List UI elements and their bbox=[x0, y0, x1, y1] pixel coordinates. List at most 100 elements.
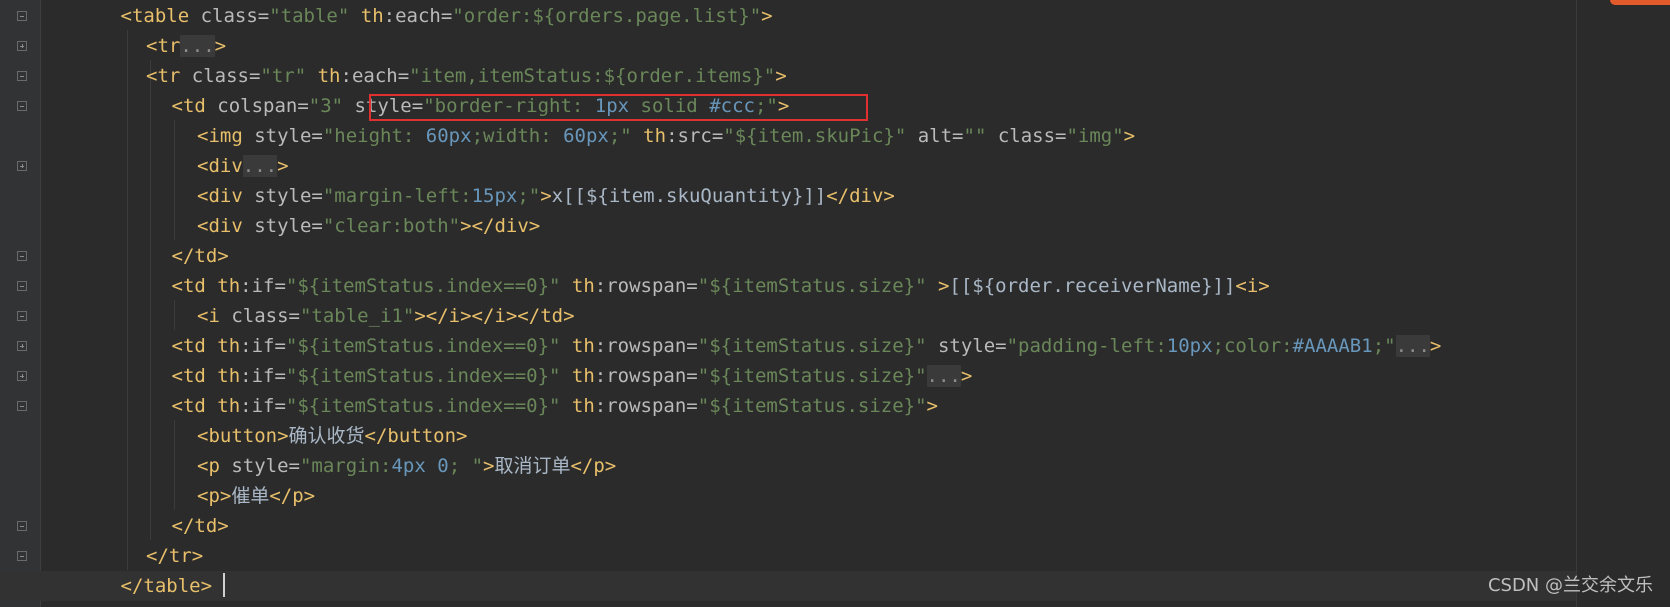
code-token: th bbox=[205, 365, 241, 387]
highlight-box bbox=[369, 94, 868, 121]
code-line[interactable]: <div style="clear:both"></div> bbox=[0, 211, 540, 241]
code-token: th bbox=[349, 5, 384, 27]
code-token: ></i></i></td> bbox=[414, 305, 575, 327]
code-token: ;width: bbox=[471, 125, 564, 147]
code-token: "clear:both" bbox=[322, 215, 461, 237]
code-token: "table" bbox=[269, 5, 350, 27]
code-token: th bbox=[205, 275, 241, 297]
code-token: > bbox=[926, 275, 950, 297]
code-line[interactable]: <td th:if="${itemStatus.index==0}" th:ro… bbox=[0, 271, 1270, 301]
code-line[interactable]: </td> bbox=[0, 241, 229, 271]
code-line[interactable]: <button>确认收货</button> bbox=[0, 421, 467, 451]
right-margin-line bbox=[1576, 0, 1577, 607]
code-token: 60px bbox=[425, 125, 472, 147]
code-token: ... bbox=[242, 155, 278, 177]
code-token: "${itemStatus.index==0}" bbox=[285, 365, 561, 387]
code-token: 确认收货 bbox=[288, 425, 365, 447]
code-token: #AAAAB1 bbox=[1292, 335, 1373, 357]
code-token: </div> bbox=[826, 185, 895, 207]
code-token: th bbox=[560, 275, 595, 297]
code-line[interactable]: <p>催单</p> bbox=[0, 481, 315, 511]
code-token: th bbox=[560, 335, 595, 357]
code-line[interactable]: <div...> bbox=[0, 151, 289, 181]
code-token: > bbox=[1429, 335, 1442, 357]
code-line[interactable]: <tr...> bbox=[0, 31, 226, 61]
code-token: 催单 bbox=[231, 485, 270, 507]
code-token: <div bbox=[197, 155, 243, 177]
code-line[interactable]: <p style="margin:4px 0; ">取消订单</p> bbox=[0, 451, 616, 481]
code-line[interactable]: <table class="table" th:each="order:${or… bbox=[0, 1, 773, 31]
code-token: ... bbox=[180, 35, 215, 57]
code-token: "height: bbox=[322, 125, 426, 147]
code-editor[interactable]: <table class="table" th:each="order:${or… bbox=[0, 0, 1670, 607]
code-token: ... bbox=[926, 365, 961, 387]
code-token: <td bbox=[171, 275, 206, 297]
code-token: "${itemStatus.size}" bbox=[697, 275, 927, 297]
code-line[interactable]: <img style="height: 60px;width: 60px;" t… bbox=[0, 121, 1135, 151]
code-line[interactable]: <td th:if="${itemStatus.index==0}" th:ro… bbox=[0, 331, 1441, 361]
code-token: > bbox=[926, 395, 938, 417]
code-token: :if= bbox=[240, 395, 286, 417]
code-token: :rowspan= bbox=[594, 365, 698, 387]
watermark: CSDN @兰交余文乐 bbox=[1487, 575, 1653, 596]
code-line[interactable]: <tr class="tr" th:each="item,itemStatus:… bbox=[0, 61, 787, 91]
code-token: alt= bbox=[906, 125, 964, 147]
code-line[interactable]: </table> bbox=[0, 571, 1576, 601]
code-token: <img bbox=[197, 125, 243, 147]
code-token: <tr bbox=[146, 65, 181, 87]
code-token: th bbox=[560, 395, 595, 417]
code-token: 15px bbox=[471, 185, 518, 207]
error-stripe[interactable] bbox=[1590, 0, 1670, 607]
code-token: "margin: bbox=[299, 455, 392, 477]
code-token: "tr" bbox=[260, 65, 307, 87]
code-line[interactable]: <div style="margin-left:15px;">x[[${item… bbox=[0, 181, 895, 211]
code-token: class= bbox=[986, 125, 1067, 147]
code-token: 4px 0 bbox=[391, 455, 449, 477]
code-token: style= bbox=[242, 185, 323, 207]
code-token: :rowspan= bbox=[594, 395, 698, 417]
code-token: :rowspan= bbox=[594, 335, 698, 357]
code-token: ;color: bbox=[1212, 335, 1293, 357]
code-token: > bbox=[761, 5, 773, 27]
code-token: > bbox=[214, 35, 227, 57]
code-token: " bbox=[452, 5, 464, 27]
warning-marker-icon[interactable] bbox=[1610, 0, 1670, 5]
code-token: order:${orders.page.list} bbox=[463, 5, 750, 27]
code-token: th bbox=[205, 335, 241, 357]
code-token: :each= bbox=[340, 65, 410, 87]
code-token: class= bbox=[180, 65, 261, 87]
code-token: style= bbox=[219, 455, 300, 477]
code-token: <td bbox=[171, 335, 206, 357]
code-token: "${itemStatus.index==0}" bbox=[285, 395, 561, 417]
code-token: "${itemStatus.index==0}" bbox=[285, 275, 561, 297]
code-token: table bbox=[131, 5, 190, 27]
code-token: ;" bbox=[1372, 335, 1396, 357]
code-token: <td bbox=[171, 365, 206, 387]
code-line[interactable]: </td> bbox=[0, 511, 229, 541]
code-token: style= bbox=[242, 215, 323, 237]
code-token: > bbox=[960, 365, 973, 387]
code-token: "margin-left: bbox=[322, 185, 472, 207]
text-caret bbox=[223, 573, 225, 597]
code-token: </td> bbox=[171, 245, 229, 267]
code-token: "table_i1" bbox=[299, 305, 415, 327]
code-token: <i bbox=[197, 305, 220, 327]
code-line[interactable]: <td th:if="${itemStatus.index==0}" th:ro… bbox=[0, 391, 938, 421]
code-token: > bbox=[483, 455, 495, 477]
code-token: </p> bbox=[570, 455, 617, 477]
code-line[interactable]: </tr> bbox=[0, 541, 203, 571]
code-token: class= bbox=[219, 305, 300, 327]
code-token: colspan= bbox=[205, 95, 309, 117]
code-token: > bbox=[1123, 125, 1136, 147]
code-token: :if= bbox=[240, 335, 286, 357]
code-token: </tr> bbox=[146, 545, 204, 567]
code-token: "${itemStatus.size}" bbox=[697, 365, 927, 387]
code-line[interactable]: <i class="table_i1"></i></i></td> bbox=[0, 301, 575, 331]
code-token: </td> bbox=[171, 515, 229, 537]
code-line[interactable]: <td th:if="${itemStatus.index==0}" th:ro… bbox=[0, 361, 972, 391]
code-token: "3" bbox=[308, 95, 344, 117]
code-token: > bbox=[775, 65, 787, 87]
code-token: "" bbox=[963, 125, 987, 147]
code-token: <td bbox=[171, 395, 206, 417]
code-token: :src= bbox=[666, 125, 724, 147]
